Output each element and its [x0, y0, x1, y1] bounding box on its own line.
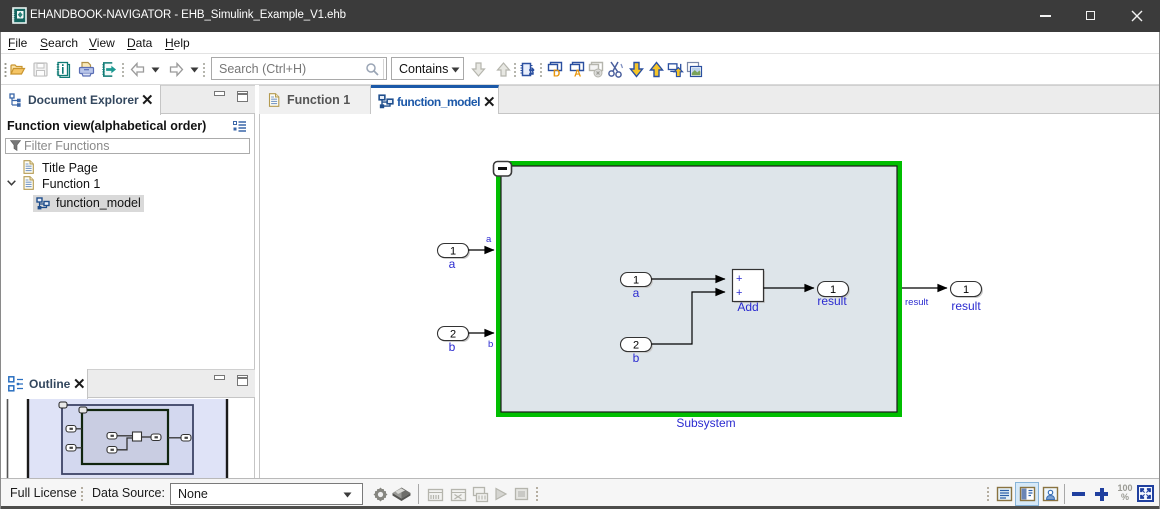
svg-text:2: 2	[633, 340, 639, 352]
svg-text:result: result	[817, 294, 847, 308]
svg-text:1: 1	[633, 275, 639, 287]
svg-text:b: b	[488, 339, 493, 350]
svg-text:Subsystem: Subsystem	[676, 416, 735, 430]
svg-text:1: 1	[450, 246, 456, 258]
svg-text:+: +	[736, 287, 742, 299]
svg-text:b: b	[633, 351, 640, 365]
svg-text:result: result	[905, 297, 929, 308]
svg-text:a: a	[449, 257, 456, 271]
svg-text:b: b	[449, 340, 456, 354]
svg-text:1: 1	[963, 284, 969, 296]
svg-text:a: a	[633, 286, 640, 300]
svg-text:A: A	[574, 69, 581, 79]
svg-text:+: +	[736, 273, 742, 285]
svg-text:a: a	[486, 234, 492, 245]
svg-text:2: 2	[450, 329, 456, 341]
svg-text:Add: Add	[737, 300, 758, 314]
svg-text:D: D	[553, 69, 560, 79]
svg-text:result: result	[951, 299, 981, 313]
